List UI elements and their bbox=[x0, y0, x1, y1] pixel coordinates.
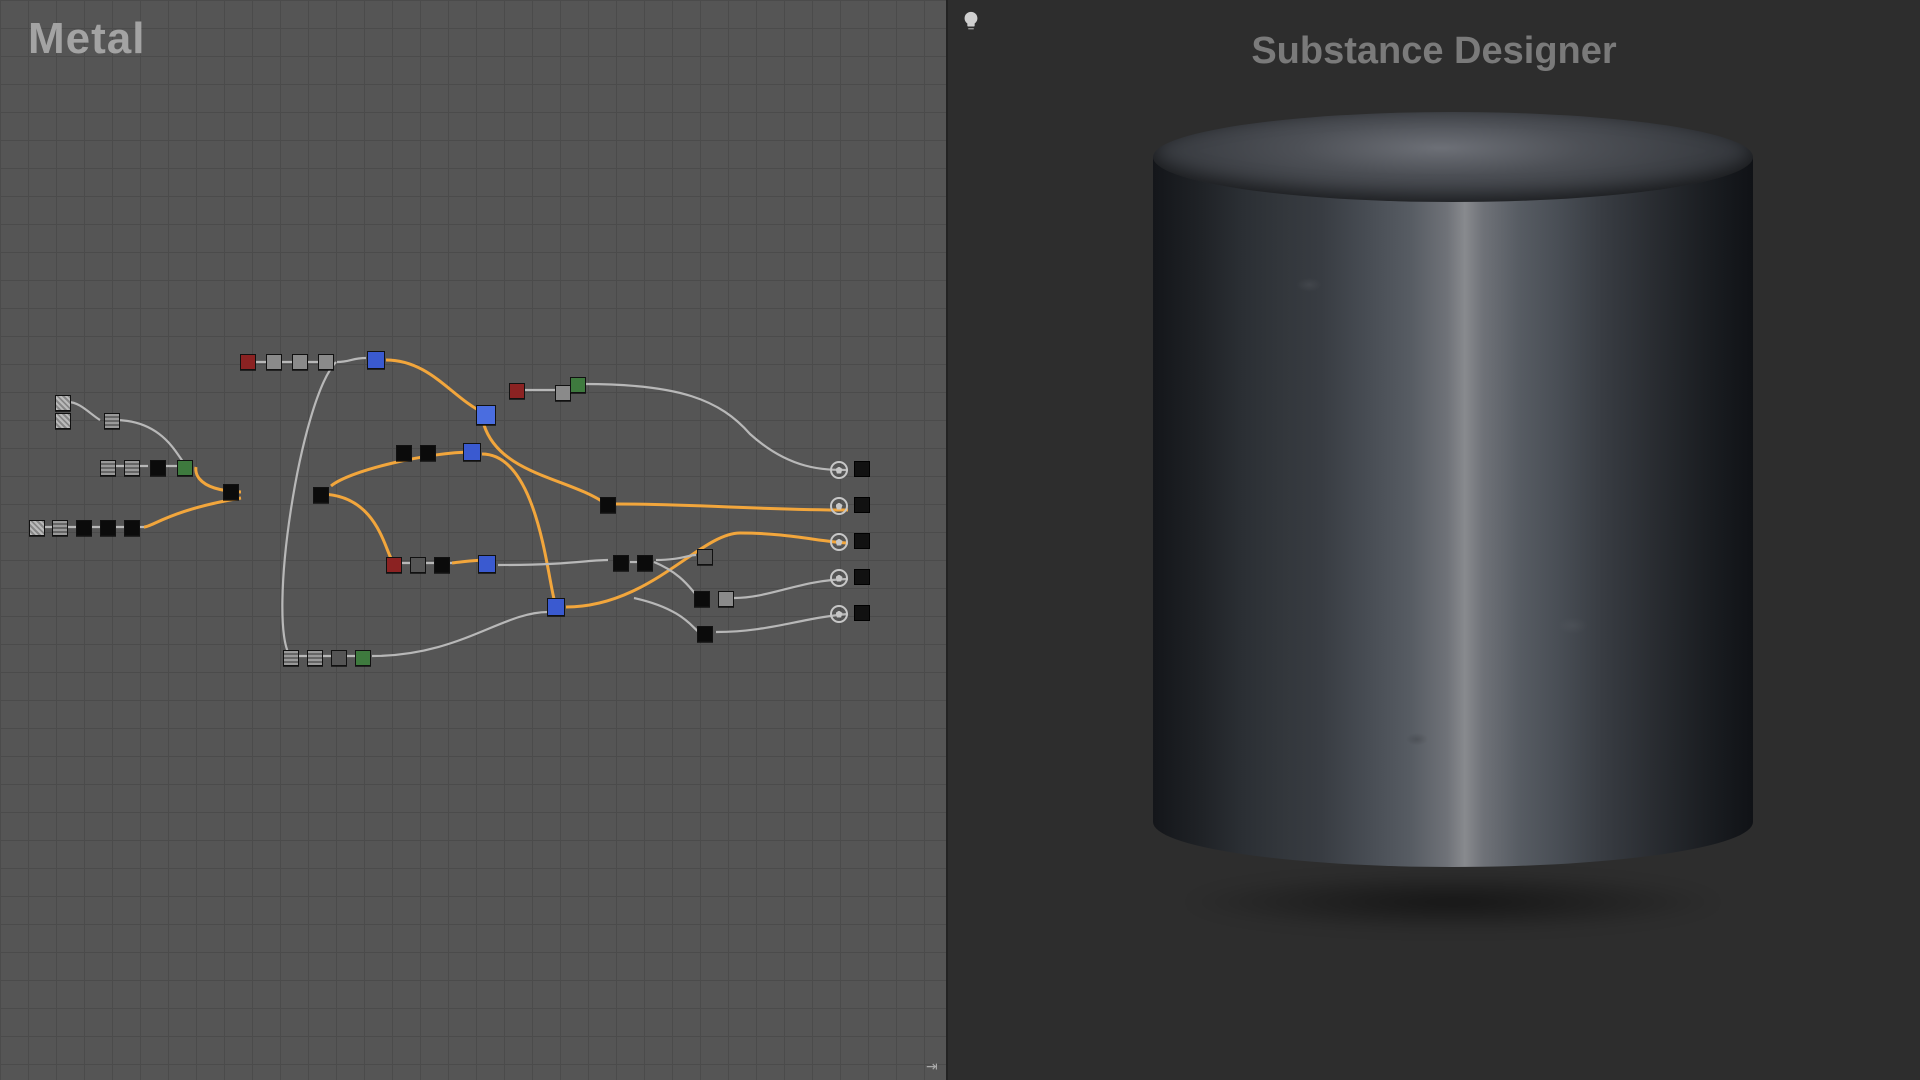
output-node[interactable] bbox=[854, 461, 870, 477]
output-node[interactable] bbox=[854, 533, 870, 549]
graph-node[interactable] bbox=[694, 591, 710, 607]
graph-node[interactable] bbox=[313, 487, 329, 503]
graph-node[interactable] bbox=[613, 555, 629, 571]
graph-node[interactable] bbox=[697, 626, 713, 642]
graph-node[interactable] bbox=[76, 520, 92, 536]
graph-node[interactable] bbox=[104, 413, 120, 429]
output-ring[interactable] bbox=[830, 497, 848, 515]
graph-node[interactable] bbox=[124, 460, 140, 476]
graph-node[interactable] bbox=[570, 377, 586, 393]
graph-node[interactable] bbox=[396, 445, 412, 461]
output-ring[interactable] bbox=[830, 461, 848, 479]
graph-node[interactable] bbox=[697, 549, 713, 565]
graph-node[interactable] bbox=[100, 520, 116, 536]
graph-node[interactable] bbox=[266, 354, 282, 370]
output-node[interactable] bbox=[854, 497, 870, 513]
graph-node[interactable] bbox=[307, 650, 323, 666]
output-ring[interactable] bbox=[830, 569, 848, 587]
cylinder-body bbox=[1153, 157, 1753, 867]
graph-node[interactable] bbox=[355, 650, 371, 666]
graph-node[interactable] bbox=[124, 520, 140, 536]
light-icon[interactable] bbox=[960, 10, 982, 32]
graph-node[interactable] bbox=[600, 497, 616, 513]
graph-node[interactable] bbox=[476, 405, 496, 425]
indent-icon[interactable]: ⇥ bbox=[926, 1058, 944, 1076]
graph-node[interactable] bbox=[52, 520, 68, 536]
output-ring[interactable] bbox=[830, 605, 848, 623]
graph-node[interactable] bbox=[509, 383, 525, 399]
graph-node[interactable] bbox=[283, 650, 299, 666]
graph-panel[interactable]: Metal bbox=[0, 0, 946, 1080]
graph-node[interactable] bbox=[637, 555, 653, 571]
graph-node[interactable] bbox=[434, 557, 450, 573]
graph-node[interactable] bbox=[55, 413, 71, 429]
preview-title: Substance Designer bbox=[1251, 30, 1616, 73]
graph-node[interactable] bbox=[386, 557, 402, 573]
graph-node[interactable] bbox=[177, 460, 193, 476]
graph-node[interactable] bbox=[55, 395, 71, 411]
graph-node[interactable] bbox=[367, 351, 385, 369]
graph-node[interactable] bbox=[100, 460, 116, 476]
output-node[interactable] bbox=[854, 569, 870, 585]
node-canvas[interactable] bbox=[0, 0, 946, 1080]
preview-panel[interactable]: Substance Designer ⇥ bbox=[946, 0, 1920, 1080]
graph-node[interactable] bbox=[463, 443, 481, 461]
output-node[interactable] bbox=[854, 605, 870, 621]
app-root: Metal Substance Designer ⇥ bbox=[0, 0, 1920, 1080]
output-ring[interactable] bbox=[830, 533, 848, 551]
graph-node[interactable] bbox=[150, 460, 166, 476]
graph-node[interactable] bbox=[292, 354, 308, 370]
preview-shadow bbox=[1183, 872, 1723, 932]
graph-node[interactable] bbox=[718, 591, 734, 607]
graph-node[interactable] bbox=[331, 650, 347, 666]
graph-node[interactable] bbox=[555, 385, 571, 401]
graph-node[interactable] bbox=[410, 557, 426, 573]
graph-node[interactable] bbox=[240, 354, 256, 370]
graph-node[interactable] bbox=[29, 520, 45, 536]
graph-node[interactable] bbox=[420, 445, 436, 461]
graph-node[interactable] bbox=[223, 484, 239, 500]
graph-node[interactable] bbox=[478, 555, 496, 573]
preview-cylinder[interactable] bbox=[1153, 112, 1753, 912]
cylinder-top bbox=[1153, 112, 1753, 202]
graph-node[interactable] bbox=[547, 598, 565, 616]
graph-node[interactable] bbox=[318, 354, 334, 370]
